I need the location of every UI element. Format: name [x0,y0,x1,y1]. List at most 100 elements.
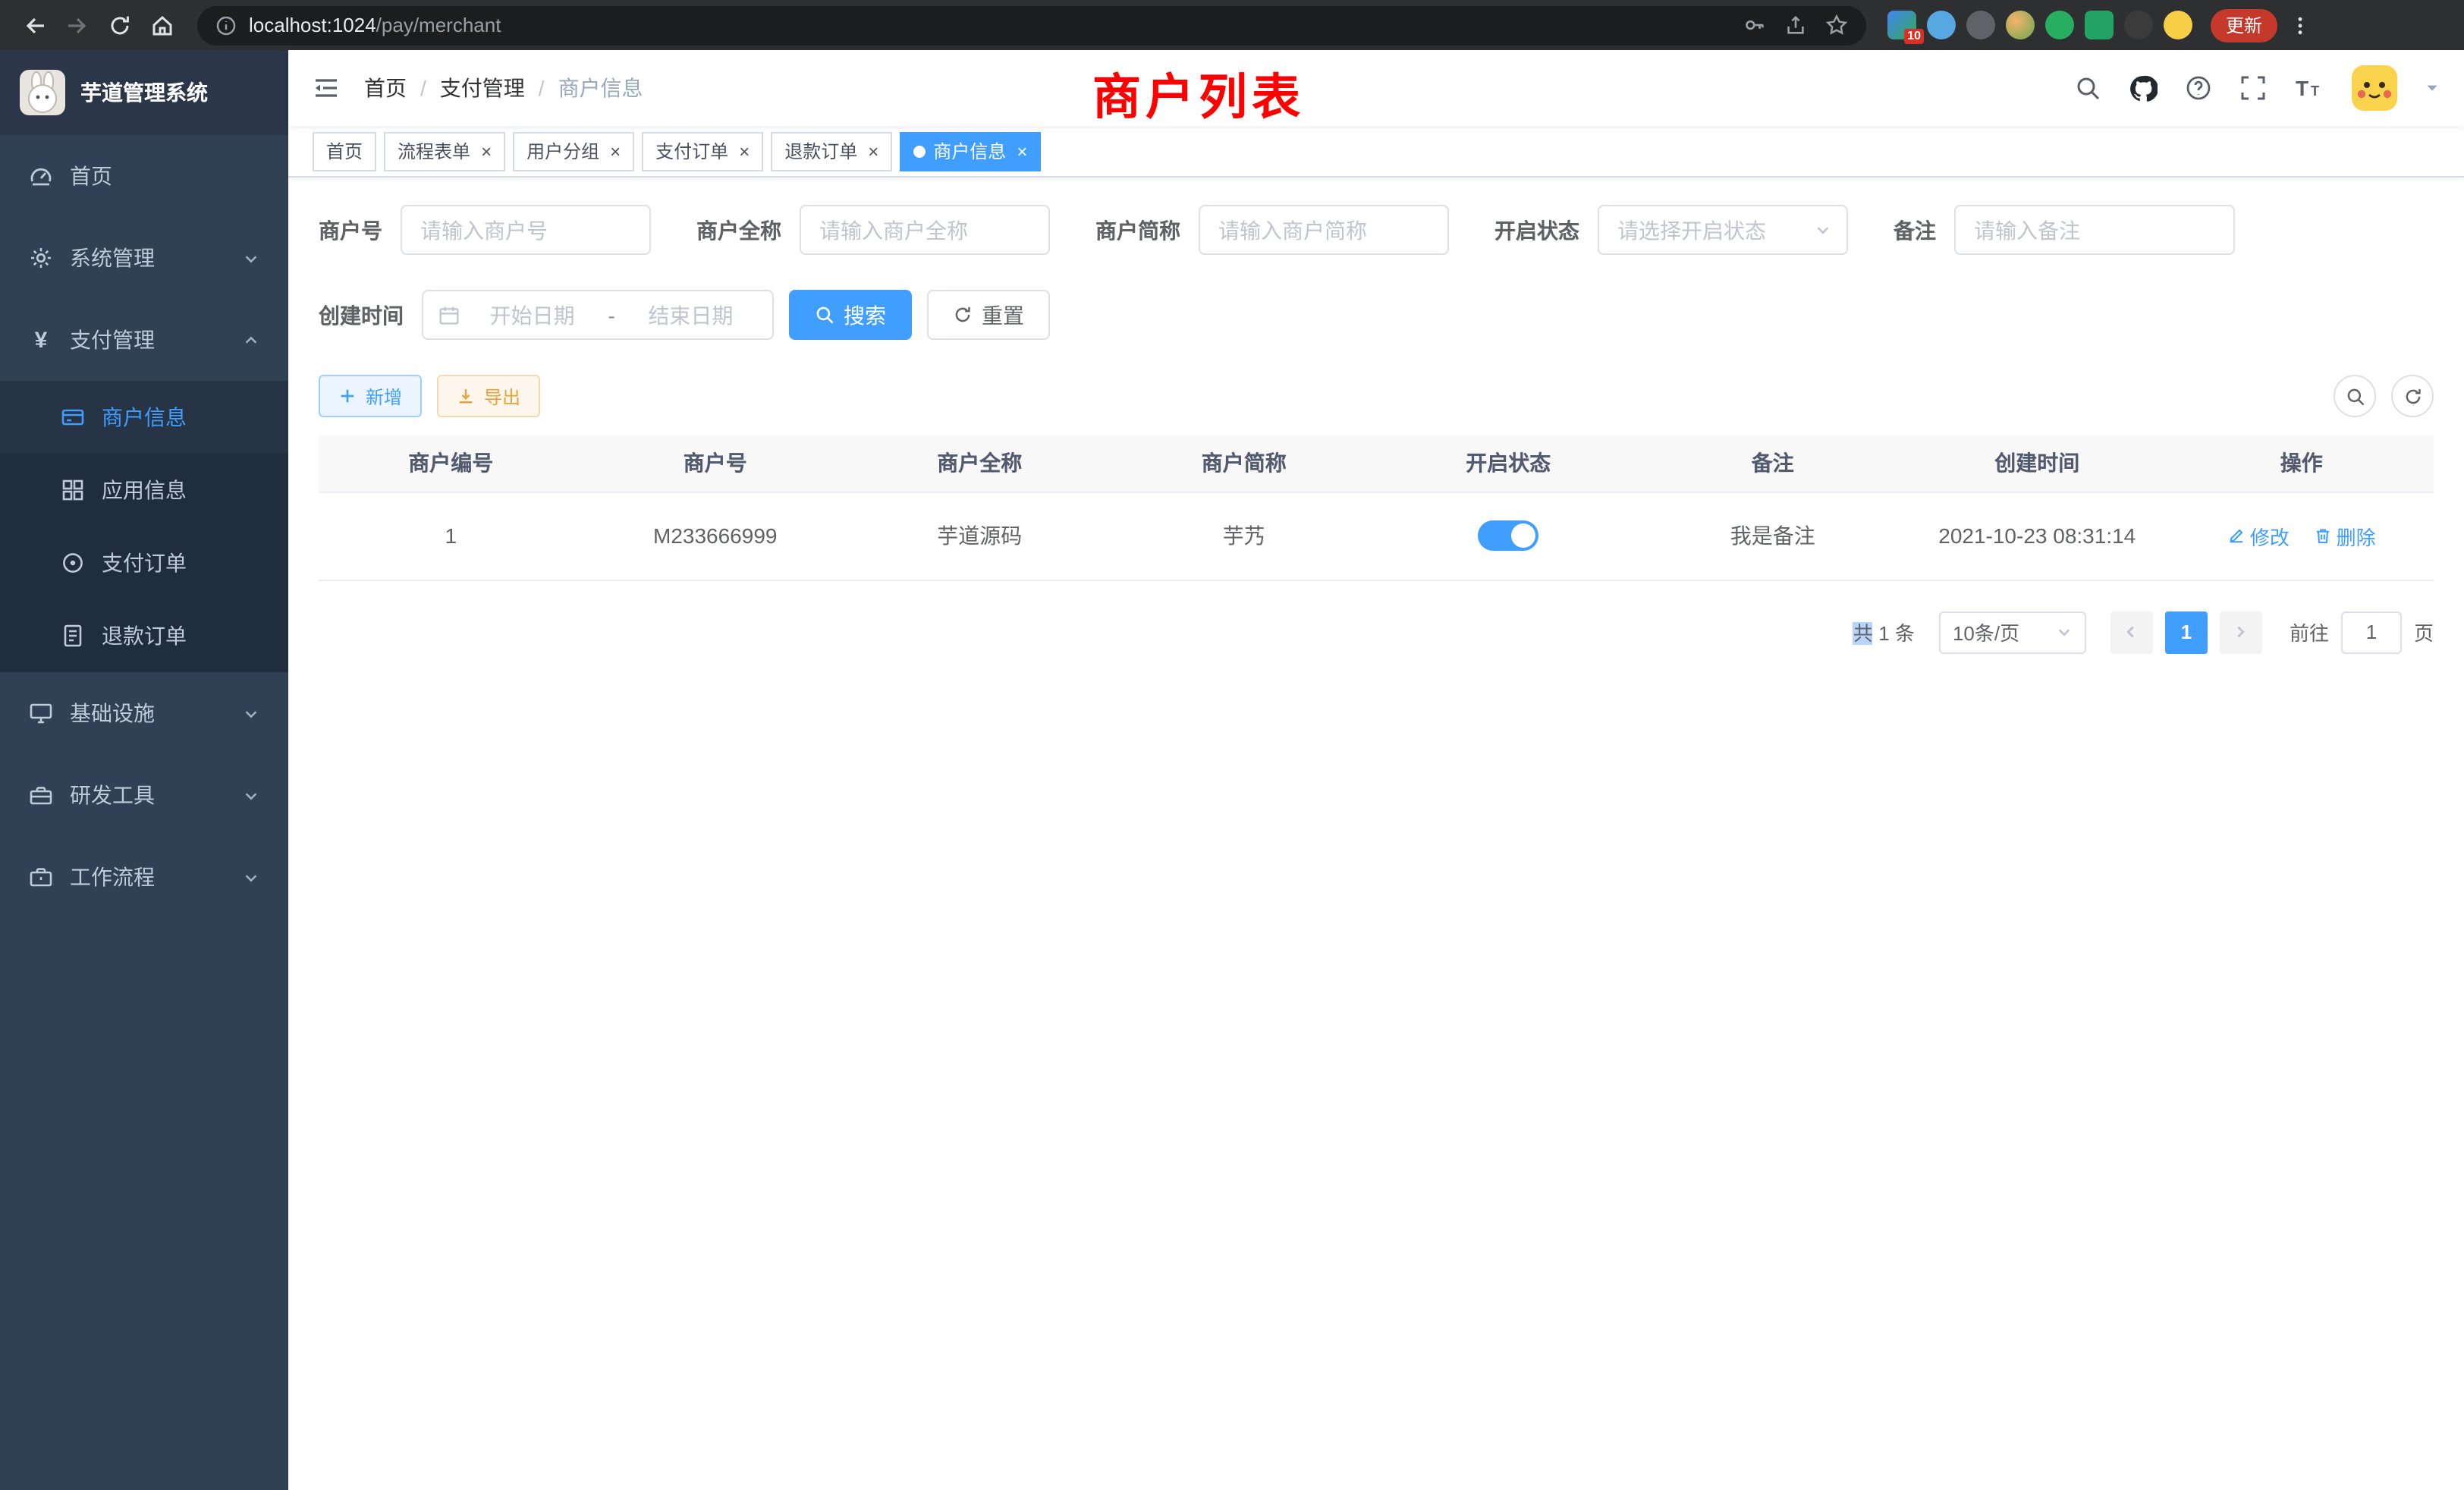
browser-extension-icon[interactable] [2045,11,2074,39]
table-row: 1 M233666999 芋道源码 芋艿 我是备注 2021-10-23 08:… [319,492,2434,580]
merchant-no-label: 商户号 [319,215,382,245]
tab-process-form[interactable]: 流程表单× [384,131,505,171]
sidebar-item-workflow[interactable]: 工作流程 [0,836,288,918]
remark-label: 备注 [1894,215,1936,245]
back-icon[interactable] [15,5,55,45]
toggle-search-icon[interactable] [2334,375,2376,417]
cell-merchant-id: 1 [319,492,583,580]
col-remark: 备注 [1641,435,1906,492]
briefcase-icon [29,865,53,889]
export-button[interactable]: 导出 [437,375,540,417]
monitor-icon [29,701,53,725]
breadcrumb-home[interactable]: 首页 [364,73,407,103]
browser-extension-icon[interactable] [2124,11,2153,39]
caret-down-icon[interactable] [2425,80,2440,96]
info-icon[interactable] [215,14,237,36]
close-icon[interactable]: × [868,142,878,160]
home-icon[interactable] [143,5,182,45]
browser-update-button[interactable]: 更新 [2211,8,2277,42]
payment-submenu: 商户信息 应用信息 支付订单 [0,381,288,672]
delete-link[interactable]: 删除 [2314,521,2376,550]
browser-extension-icon[interactable] [1927,11,1956,39]
col-create-time: 创建时间 [1905,435,2170,492]
page-number-button[interactable]: 1 [2165,611,2208,653]
sidebar-item-merchant-info[interactable]: 商户信息 [0,381,288,454]
add-button[interactable]: 新增 [319,375,422,417]
browser-extension-icon[interactable]: 10 [1887,11,1916,39]
sidebar-item-infrastructure[interactable]: 基础设施 [0,672,288,754]
browser-extension-icon[interactable] [2085,11,2114,39]
fullscreen-icon[interactable] [2239,74,2267,102]
merchant-no-input[interactable] [401,205,651,255]
filter-row-2: 创建时间 开始日期 - 结束日期 搜索 [319,290,2434,340]
address-bar[interactable]: localhost:1024/pay/merchant [197,5,1866,45]
prev-page-button[interactable] [2110,611,2153,653]
sidebar-item-system[interactable]: 系统管理 [0,217,288,299]
sidebar-item-home[interactable]: 首页 [0,135,288,217]
tab-refund-order[interactable]: 退款订单× [771,131,892,171]
close-icon[interactable]: × [739,142,750,160]
date-start-placeholder[interactable]: 开始日期 [466,300,599,330]
breadcrumb-section[interactable]: 支付管理 [440,73,525,103]
close-icon[interactable]: × [1017,142,1027,160]
app-logo[interactable]: 芋道管理系统 [0,50,288,135]
forward-icon[interactable] [58,5,97,45]
tab-user-group[interactable]: 用户分组× [513,131,634,171]
cell-merchant-no: M233666999 [583,492,848,580]
font-size-icon[interactable]: TT [2294,74,2324,102]
cell-actions: 修改 删除 [2170,492,2434,580]
svg-text:T: T [2296,77,2308,100]
user-avatar[interactable] [2352,65,2397,111]
cell-remark: 我是备注 [1641,492,1906,580]
help-icon[interactable] [2185,74,2212,102]
star-icon[interactable] [1825,14,1848,36]
short-name-input[interactable] [1199,205,1449,255]
dashboard-icon [29,164,53,188]
col-full-name: 商户全称 [847,435,1112,492]
sidebar-item-payment[interactable]: ¥ 支付管理 [0,299,288,381]
tab-home[interactable]: 首页 [313,131,376,171]
goto-page-input[interactable] [2341,611,2402,653]
reload-icon[interactable] [100,5,140,45]
page-content: 商户号 商户全称 商户简称 开启状态 请选择开启状态 [288,178,2464,1490]
remark-input[interactable] [1954,205,2235,255]
status-select[interactable]: 请选择开启状态 [1598,205,1848,255]
share-icon[interactable] [1784,14,1807,36]
browser-extension-icon[interactable] [2006,11,2035,39]
search-icon[interactable] [2074,74,2101,102]
top-navbar: 首页 / 支付管理 / 商户信息 商户列表 [288,50,2464,126]
reset-button[interactable]: 重置 [927,290,1050,340]
sidebar-item-dev-tools[interactable]: 研发工具 [0,754,288,836]
svg-text:T: T [2311,83,2319,99]
active-tab-dot [913,145,926,157]
refresh-icon[interactable] [2391,375,2434,417]
calendar-icon [438,304,460,325]
key-icon[interactable] [1743,14,1766,36]
col-merchant-no: 商户号 [583,435,848,492]
search-button[interactable]: 搜索 [789,290,912,340]
date-end-placeholder[interactable]: 结束日期 [624,300,757,330]
status-label: 开启状态 [1494,215,1579,245]
close-icon[interactable]: × [481,142,492,160]
sidebar-item-pay-order[interactable]: 支付订单 [0,527,288,599]
caret-down-icon [1815,222,1831,238]
browser-extension-icon[interactable] [2164,11,2192,39]
full-name-input[interactable] [800,205,1050,255]
browser-extension-icon[interactable] [1966,11,1995,39]
github-icon[interactable] [2129,74,2158,102]
edit-link[interactable]: 修改 [2227,521,2290,550]
status-toggle[interactable] [1478,520,1538,551]
extension-badge: 10 [1904,29,1924,44]
sidebar-collapse-icon[interactable] [288,50,364,126]
document-icon [61,624,85,648]
date-range-picker[interactable]: 开始日期 - 结束日期 [422,290,774,340]
tab-pay-order[interactable]: 支付订单× [642,131,763,171]
next-page-button[interactable] [2220,611,2262,653]
sidebar-item-refund-order[interactable]: 退款订单 [0,599,288,672]
sidebar-item-app-info[interactable]: 应用信息 [0,454,288,527]
tab-merchant-info[interactable]: 商户信息× [900,131,1041,171]
kebab-menu-icon[interactable] [2280,5,2320,45]
col-actions: 操作 [2170,435,2434,492]
page-size-select[interactable]: 10条/页 [1939,611,2086,653]
close-icon[interactable]: × [610,142,621,160]
